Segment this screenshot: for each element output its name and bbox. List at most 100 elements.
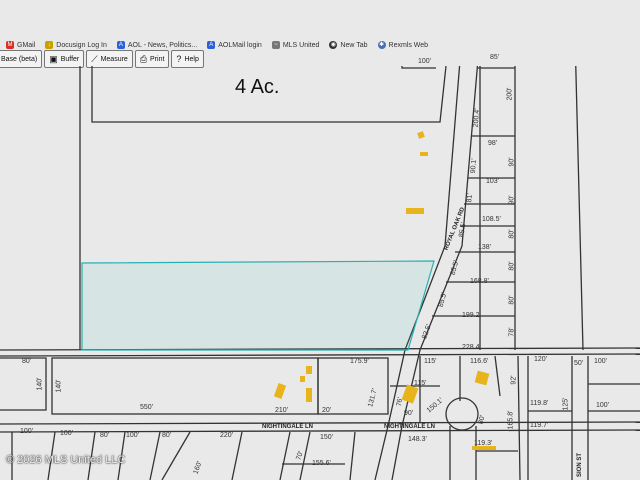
dimension-label: 81' (466, 193, 474, 203)
lot-line (349, 431, 356, 480)
dimension-label: 119.7' (530, 422, 549, 429)
highlighted-parcel[interactable] (81, 260, 435, 351)
parcel-lines (0, 66, 640, 480)
dimension-label: 90.1' (469, 158, 479, 174)
help-icon: ? (176, 54, 182, 64)
dimension-label: 155.6' (312, 460, 331, 467)
dimension-label: 125' (562, 397, 570, 411)
lot-line (231, 431, 243, 480)
dimension-label: 550' (140, 404, 154, 411)
building-footprint (472, 446, 496, 450)
dimension-label: 200.4' (472, 108, 482, 128)
dimension-label: 50' (574, 360, 584, 367)
dimension-label: 210' (275, 407, 289, 414)
parcel-map[interactable]: 4 Ac. ROYAL OAK RD NIGHTINGALE LN NIGHTI… (0, 54, 640, 480)
printer-icon: ⎙ (139, 53, 148, 64)
dimension-label: 100' (418, 58, 432, 65)
dimension-label: 80' (508, 261, 516, 271)
gmail-icon: M (6, 41, 14, 49)
bookmark-label: MLS United (282, 41, 320, 49)
dimension-label: 140' (36, 377, 44, 391)
aol-icon: A (207, 41, 216, 49)
rexmls-icon: ✱ (377, 41, 386, 49)
dimension-label: 78' (508, 327, 516, 337)
dimension-label: 199.2' (462, 312, 481, 319)
bookmark-label: AOL - News, Politics... (127, 41, 198, 49)
dimension-label: 90' (508, 195, 516, 205)
dimension-label: 115' (424, 358, 437, 365)
building-footprint (306, 388, 312, 402)
dimension-label: 120' (534, 356, 548, 363)
dimension-label: 80' (162, 432, 172, 439)
buffer-icon: ▣ (49, 53, 58, 64)
dimension-label: 228.4' (462, 344, 481, 351)
bookmark-gmail[interactable]: M GMail (6, 41, 35, 49)
dimension-label: 103' (486, 178, 500, 185)
dimension-label: 175.9' (350, 358, 369, 365)
dimension-label: 116.6' (470, 358, 489, 365)
bookmark-label: GMail (17, 41, 36, 49)
dimension-label: 165.8' (507, 410, 515, 430)
building-footprint (420, 152, 428, 156)
buffer-label: Buffer (60, 55, 80, 63)
building-footprint (406, 208, 424, 214)
dimension-label: 80' (508, 295, 516, 305)
cul-de-sac (445, 397, 479, 431)
bookmark-new-tab[interactable]: ◉ New Tab (329, 41, 368, 49)
dimension-label: 108.5' (482, 216, 501, 223)
bookmark-rexmls[interactable]: ✱ Rexmls Web (377, 41, 429, 49)
base-label: Base (beta) (1, 55, 38, 63)
bookmark-mls-united[interactable]: ~ MLS United (271, 41, 320, 49)
street-edge (0, 429, 640, 433)
street-label-nightingale: NIGHTINGALE LN (384, 424, 435, 430)
lot-line (575, 66, 584, 351)
lot-line (279, 431, 291, 480)
dimension-label: 100' (126, 432, 140, 439)
copyright-watermark: © 2026 MLS United LLC (6, 454, 126, 466)
bookmark-label: Rexmls Web (388, 41, 429, 49)
parcel-top-outline (401, 66, 436, 69)
dimension-label: 150' (320, 434, 334, 441)
print-label: Print (150, 55, 165, 63)
dimension-label: 148.3' (408, 436, 427, 443)
dimension-label: 119.8' (530, 400, 549, 407)
dimension-label: 90' (404, 410, 414, 417)
lot-line (494, 355, 501, 397)
lot-line (317, 357, 389, 415)
globe-icon: ◉ (329, 41, 338, 49)
dimension-label: 92' (510, 375, 518, 385)
dimension-label: 98' (488, 140, 498, 147)
docusign-icon: ↓ (45, 41, 54, 49)
dimension-label: 90' (508, 157, 516, 167)
dimension-label: 80' (22, 358, 32, 365)
acreage-label: 4 Ac. (235, 76, 280, 98)
dimension-label: 138' (478, 244, 492, 251)
measure-label: Measure (100, 55, 128, 63)
ruler-icon: ⟋ (91, 53, 98, 64)
dimension-label: 85' (490, 54, 500, 61)
bookmark-label: AOLMail login (218, 41, 262, 49)
dimension-label: 168.8' (470, 278, 489, 285)
building-footprint (300, 376, 305, 382)
dimension-label: 100' (596, 402, 610, 409)
mls-icon: ~ (271, 41, 280, 49)
bookmark-docusign[interactable]: ↓ Docusign Log In (45, 41, 107, 49)
dimension-label: 80' (100, 432, 110, 439)
dimension-label: 220' (220, 432, 234, 439)
dimension-label: 100' (60, 430, 74, 437)
building-footprint (306, 366, 312, 374)
street-label-mission: SION ST (577, 452, 584, 478)
bookmark-label: Docusign Log In (56, 41, 107, 49)
help-label: Help (184, 55, 199, 63)
dimension-label: 20' (322, 407, 332, 414)
bookmark-aol-mail[interactable]: A AOLMail login (207, 41, 262, 49)
dimension-label: 200' (506, 87, 514, 101)
bookmark-label: New Tab (340, 41, 368, 49)
aol-icon: A (116, 41, 125, 49)
bookmark-aol-news[interactable]: A AOL - News, Politics... (116, 41, 198, 49)
street-label-nightingale: NIGHTINGALE LN (262, 424, 313, 430)
dimension-label: 100' (20, 428, 34, 435)
lot-line (149, 431, 161, 480)
dimension-label: 100' (594, 358, 608, 365)
dimension-label: 140' (55, 379, 63, 393)
